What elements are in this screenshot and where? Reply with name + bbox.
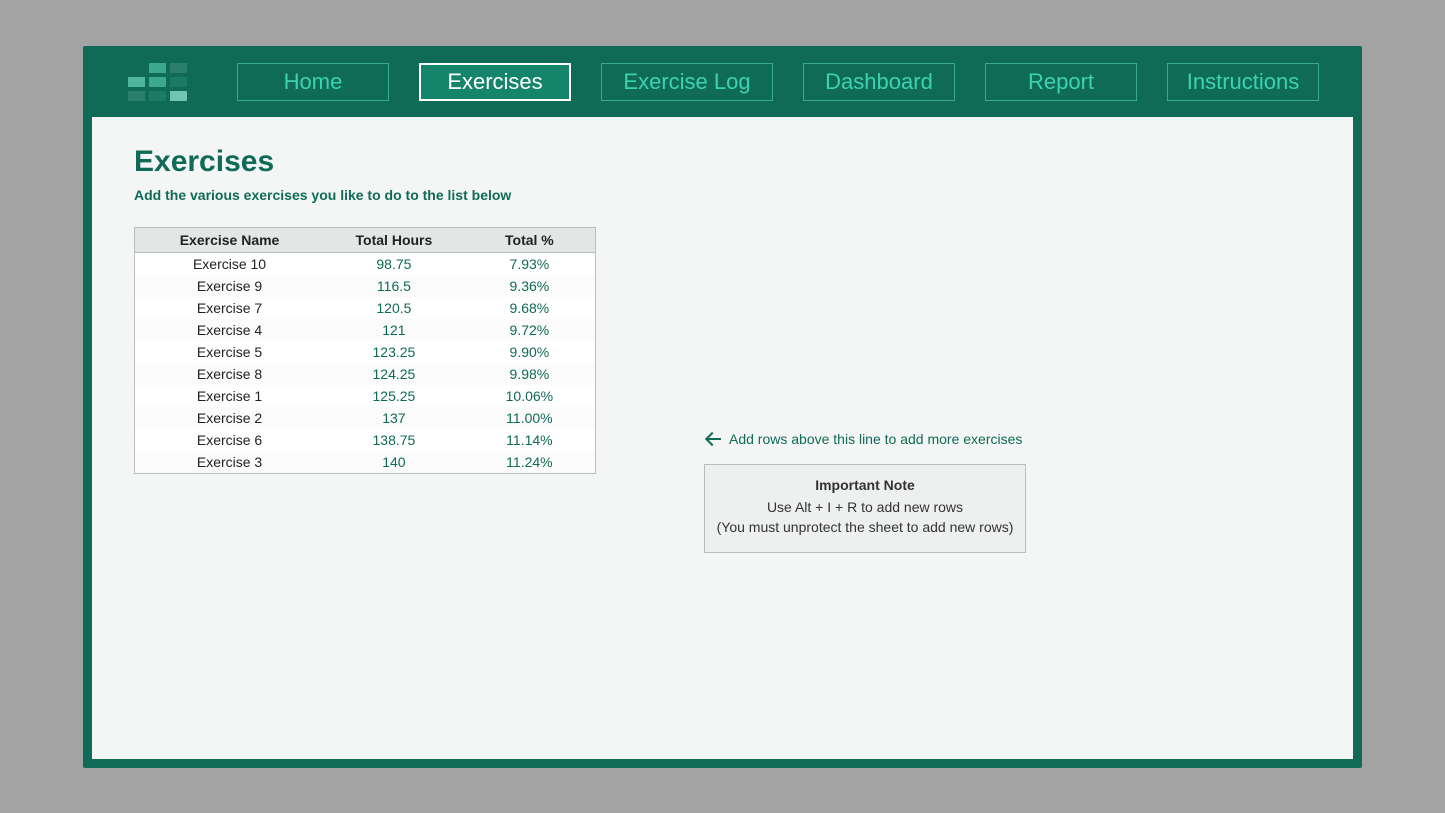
app-frame: Home Exercises Exercise Log Dashboard Re… [83, 46, 1362, 768]
cell-name[interactable]: Exercise 3 [135, 451, 325, 474]
cell-pct[interactable]: 11.14% [464, 429, 596, 451]
note-title: Important Note [715, 477, 1015, 493]
cell-hours[interactable]: 123.25 [324, 341, 464, 363]
cell-pct[interactable]: 9.36% [464, 275, 596, 297]
cell-hours[interactable]: 125.25 [324, 385, 464, 407]
nav-home[interactable]: Home [237, 63, 389, 101]
cell-pct[interactable]: 9.90% [464, 341, 596, 363]
nav-exercise-log[interactable]: Exercise Log [601, 63, 773, 101]
arrow-left-icon [707, 432, 721, 446]
cell-name[interactable]: Exercise 2 [135, 407, 325, 429]
cell-name[interactable]: Exercise 6 [135, 429, 325, 451]
hint-text: Add rows above this line to add more exe… [729, 431, 1022, 447]
cell-name[interactable]: Exercise 4 [135, 319, 325, 341]
table-row[interactable]: Exercise 6138.7511.14% [135, 429, 596, 451]
cell-pct[interactable]: 9.98% [464, 363, 596, 385]
cell-hours[interactable]: 98.75 [324, 253, 464, 276]
nav-report[interactable]: Report [985, 63, 1137, 101]
cell-hours[interactable]: 121 [324, 319, 464, 341]
page-subtitle: Add the various exercises you like to do… [134, 187, 1311, 203]
cell-pct[interactable]: 7.93% [464, 253, 596, 276]
cell-pct[interactable]: 9.68% [464, 297, 596, 319]
important-note-box: Important Note Use Alt + I + R to add ne… [704, 464, 1026, 553]
cell-hours[interactable]: 140 [324, 451, 464, 474]
note-line-1: Use Alt + I + R to add new rows [715, 497, 1015, 517]
cell-name[interactable]: Exercise 1 [135, 385, 325, 407]
table-row[interactable]: Exercise 1098.757.93% [135, 253, 596, 276]
table-header-row: Exercise Name Total Hours Total % [135, 228, 596, 253]
table-row[interactable]: Exercise 213711.00% [135, 407, 596, 429]
cell-hours[interactable]: 137 [324, 407, 464, 429]
note-line-2: (You must unprotect the sheet to add new… [715, 517, 1015, 537]
nav-dashboard[interactable]: Dashboard [803, 63, 955, 101]
content-area: Exercises Add the various exercises you … [92, 117, 1353, 759]
table-row[interactable]: Exercise 1125.2510.06% [135, 385, 596, 407]
cell-hours[interactable]: 116.5 [324, 275, 464, 297]
table-row[interactable]: Exercise 9116.59.36% [135, 275, 596, 297]
page-title: Exercises [134, 145, 1311, 179]
table-row[interactable]: Exercise 314011.24% [135, 451, 596, 474]
app-logo-icon [128, 63, 187, 101]
navbar: Home Exercises Exercise Log Dashboard Re… [83, 46, 1362, 117]
table-row[interactable]: Exercise 8124.259.98% [135, 363, 596, 385]
cell-name[interactable]: Exercise 5 [135, 341, 325, 363]
cell-name[interactable]: Exercise 8 [135, 363, 325, 385]
cell-pct[interactable]: 9.72% [464, 319, 596, 341]
cell-hours[interactable]: 124.25 [324, 363, 464, 385]
col-header-name[interactable]: Exercise Name [135, 228, 325, 253]
table-row[interactable]: Exercise 5123.259.90% [135, 341, 596, 363]
exercises-table: Exercise Name Total Hours Total % Exerci… [134, 227, 596, 474]
nav-instructions[interactable]: Instructions [1167, 63, 1319, 101]
add-rows-hint: Add rows above this line to add more exe… [707, 431, 1022, 447]
cell-pct[interactable]: 10.06% [464, 385, 596, 407]
cell-pct[interactable]: 11.00% [464, 407, 596, 429]
col-header-hours[interactable]: Total Hours [324, 228, 464, 253]
table-row[interactable]: Exercise 41219.72% [135, 319, 596, 341]
cell-name[interactable]: Exercise 9 [135, 275, 325, 297]
col-header-pct[interactable]: Total % [464, 228, 596, 253]
cell-hours[interactable]: 138.75 [324, 429, 464, 451]
table-row[interactable]: Exercise 7120.59.68% [135, 297, 596, 319]
cell-hours[interactable]: 120.5 [324, 297, 464, 319]
cell-name[interactable]: Exercise 10 [135, 253, 325, 276]
cell-name[interactable]: Exercise 7 [135, 297, 325, 319]
nav-exercises[interactable]: Exercises [419, 63, 571, 101]
cell-pct[interactable]: 11.24% [464, 451, 596, 474]
